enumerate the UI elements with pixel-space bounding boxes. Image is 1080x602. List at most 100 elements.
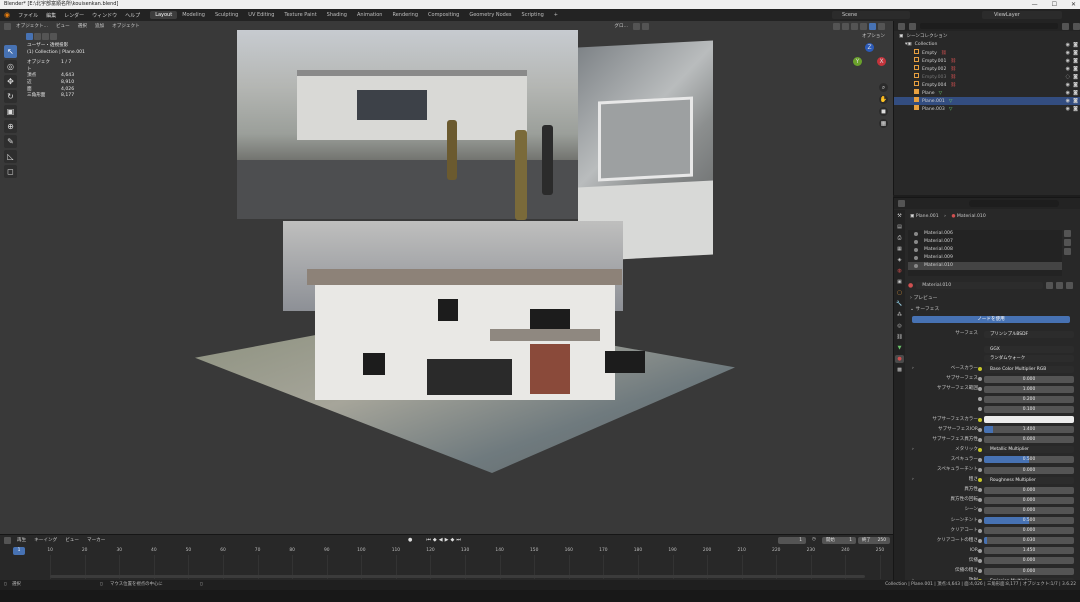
material-name-field[interactable]: Material.010 (916, 281, 1043, 289)
tab-modeling[interactable]: Modeling (177, 11, 210, 19)
visibility-eye-icon[interactable]: ◉ (1066, 89, 1070, 97)
timeline-menu-marker[interactable]: マーカー (85, 537, 107, 543)
number-slider[interactable]: 0.000 (984, 486, 1074, 494)
play-reverse-icon[interactable]: ◀ (439, 537, 443, 543)
socket-icon[interactable] (978, 569, 982, 573)
number-slider[interactable]: 0.030 (984, 537, 1074, 545)
modifier-tab-icon[interactable]: 🔧 (895, 300, 904, 308)
zoom-icon[interactable]: ⌕ (879, 83, 888, 92)
surface-panel-header[interactable]: ⌄ サーフェス (910, 305, 939, 312)
ortho-grid-icon[interactable]: ▦ (879, 119, 888, 128)
proportional-edit-icon[interactable] (642, 22, 649, 30)
material-slot[interactable]: Material.009 (908, 254, 1062, 262)
socket-icon[interactable] (978, 397, 982, 402)
socket-icon[interactable] (978, 427, 982, 432)
tab-sculpting[interactable]: Sculpting (210, 11, 243, 19)
tab-animation[interactable]: Animation (352, 11, 388, 19)
camera-view-icon[interactable]: ◼ (879, 107, 888, 116)
number-slider[interactable]: 0.500 (984, 517, 1074, 524)
select-subtract-icon[interactable] (42, 33, 49, 40)
visibility-eye-icon[interactable]: ◉ (1066, 105, 1070, 113)
number-slider[interactable]: 0.000 (984, 567, 1074, 575)
new-collection-icon[interactable] (1073, 22, 1080, 30)
transform-tool-icon[interactable]: ⊕ (4, 120, 17, 133)
number-slider[interactable]: 0.000 (984, 557, 1074, 565)
number-slider[interactable]: 0.000 (984, 466, 1074, 474)
axis-x-icon[interactable]: X (877, 57, 886, 66)
properties-search-input[interactable] (969, 200, 1059, 207)
expand-arrow-icon[interactable]: › (912, 365, 914, 373)
number-slider[interactable]: 0.200 (984, 395, 1074, 403)
number-slider[interactable]: 0.500 (984, 456, 1074, 464)
socket-icon[interactable] (978, 457, 982, 462)
constraint-icon[interactable]: ⛓ (950, 75, 956, 80)
outliner-item[interactable]: Empty.003 ⛓ ◌ ◙ (894, 73, 1080, 81)
3d-viewport[interactable]: オブジェクト... ビュー 選択 追加 オブジェクト グロ... オプション ユ… (0, 21, 893, 534)
visibility-eye-icon[interactable]: ◉ (1066, 65, 1070, 73)
viewport-menu-add[interactable]: 追加 (92, 23, 107, 29)
socket-icon[interactable] (978, 367, 982, 371)
add-slot-icon[interactable] (1064, 230, 1071, 237)
visibility-eye-icon[interactable]: ◉ (1066, 57, 1070, 65)
scene-tab-icon[interactable]: ◈ (895, 256, 904, 264)
select-extend-icon[interactable] (34, 33, 41, 40)
axis-y-icon[interactable]: Y (853, 57, 862, 66)
expand-arrow-icon[interactable]: › (912, 446, 914, 454)
outliner-item[interactable]: Plane.001 ▽ ◉ ◙ (894, 97, 1080, 105)
tab-uv-editing[interactable]: UV Editing (243, 11, 279, 19)
render-camera-icon[interactable]: ◙ (1073, 97, 1078, 105)
outliner-item[interactable]: Plane.003 ▽ ◉ ◙ (894, 105, 1080, 113)
maximize-button[interactable]: ☐ (1052, 0, 1057, 9)
particles-tab-icon[interactable]: ⁂ (895, 311, 904, 319)
rotate-tool-icon[interactable]: ↻ (4, 90, 17, 103)
viewport-options[interactable]: オプション (862, 33, 885, 39)
mode-selector[interactable]: オブジェクト... (13, 23, 51, 29)
viewport-menu-select[interactable]: 選択 (75, 23, 90, 29)
minimize-button[interactable]: — (1032, 0, 1038, 9)
number-slider[interactable]: 0.000 (984, 506, 1074, 514)
outliner-scene-collection[interactable]: ▣ シーンコレクション (894, 33, 1080, 41)
number-slider[interactable]: 1.400 (984, 426, 1074, 434)
clock-icon[interactable]: ◷ (812, 537, 816, 542)
outliner-item[interactable]: Empty ⛓ ◉ ◙ (894, 49, 1080, 57)
socket-icon[interactable] (978, 478, 982, 483)
number-slider[interactable]: 0.000 (984, 527, 1074, 535)
select-new-icon[interactable] (26, 33, 33, 40)
outliner-item[interactable]: Plane ▽ ◉ ◙ (894, 89, 1080, 97)
object-tab-icon[interactable]: ▢ (895, 289, 904, 297)
axis-z-icon[interactable]: Z (865, 43, 874, 52)
menu-file[interactable]: ファイル (14, 12, 42, 19)
expand-arrow-icon[interactable]: › (912, 476, 914, 484)
socket-icon[interactable] (978, 518, 982, 523)
number-slider[interactable]: 0.000 (984, 436, 1074, 444)
wireframe-shading-icon[interactable] (851, 22, 858, 30)
duplicate-material-icon[interactable] (1056, 281, 1063, 289)
socket-icon[interactable] (978, 498, 982, 503)
remove-slot-icon[interactable] (1064, 239, 1071, 246)
add-cube-tool-icon[interactable]: ◻ (4, 165, 17, 178)
cursor-tool-icon[interactable]: ◎ (4, 60, 17, 73)
unlink-material-icon[interactable] (1066, 281, 1073, 289)
world-tab-icon[interactable]: ◍ (895, 267, 904, 275)
end-frame-field[interactable]: 終了 250 (858, 537, 890, 544)
collection-tab-icon[interactable]: ▣ (895, 278, 904, 286)
visibility-eye-icon[interactable]: ◉ (1066, 97, 1070, 105)
jump-start-icon[interactable]: ⏮ (426, 537, 431, 543)
play-icon[interactable]: ▶ (445, 537, 449, 543)
mesh-data-icon[interactable]: ▽ (949, 107, 953, 112)
scale-tool-icon[interactable]: ▣ (4, 105, 17, 118)
slot-menu-icon[interactable] (1064, 248, 1071, 255)
material-slot-list[interactable]: Material.006 Material.007 Material.008 Mate… (908, 230, 1062, 276)
texture-tab-icon[interactable]: ▩ (895, 366, 904, 374)
render-camera-icon[interactable]: ◙ (1073, 105, 1078, 113)
prev-key-icon[interactable]: ◆ (433, 537, 437, 543)
filter-icon[interactable] (1062, 22, 1069, 30)
color-swatch[interactable] (984, 416, 1074, 423)
timeline-editor-icon[interactable] (4, 536, 11, 544)
timeline-scrollbar[interactable] (50, 575, 865, 578)
annotate-tool-icon[interactable]: ✎ (4, 135, 17, 148)
outliner-editor-icon[interactable] (898, 22, 905, 30)
render-tab-icon[interactable]: ▤ (895, 223, 904, 231)
socket-icon[interactable] (978, 407, 982, 412)
add-workspace-button[interactable]: + (549, 11, 563, 19)
